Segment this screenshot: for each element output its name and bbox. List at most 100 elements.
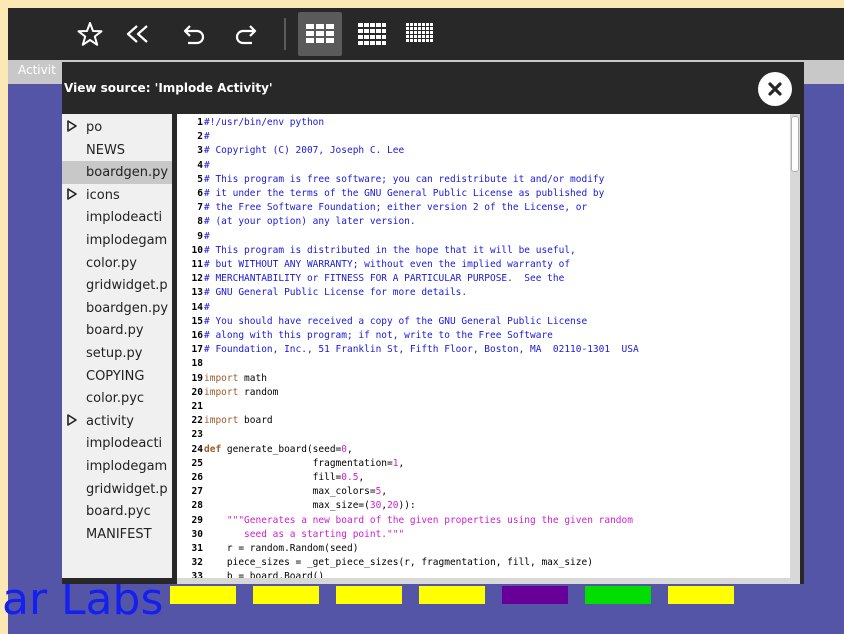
- file-tree-item[interactable]: board.py: [62, 319, 172, 342]
- file-tree-item[interactable]: implodeacti: [62, 206, 172, 229]
- code-token: b = board.Board(): [204, 571, 325, 578]
- board-tile[interactable]: [419, 586, 485, 604]
- line-number: 32: [191, 557, 203, 569]
- code-token: fill=: [204, 472, 342, 483]
- expand-arrow-icon[interactable]: [67, 413, 77, 430]
- star-icon[interactable]: [70, 14, 110, 54]
- file-tree-item[interactable]: implodegam: [62, 229, 172, 252]
- file-tree-item[interactable]: boardgen.py: [62, 297, 172, 320]
- file-tree-folder[interactable]: po: [62, 116, 172, 139]
- file-tree-item[interactable]: implodeacti: [62, 432, 172, 455]
- file-tree-item[interactable]: gridwidget.p: [62, 478, 172, 501]
- file-tree-item[interactable]: color.pyc: [62, 387, 172, 410]
- undo-icon[interactable]: [174, 14, 214, 54]
- expand-arrow-icon[interactable]: [67, 187, 77, 204]
- grid-large-icon[interactable]: [400, 14, 440, 54]
- board-tile[interactable]: [170, 586, 236, 604]
- code-token: """Generates a new board of the given pr…: [204, 514, 633, 526]
- code-token: ,: [358, 472, 365, 483]
- code-token: piece_sizes = _get_piece_sizes(r, fragme…: [204, 557, 593, 569]
- line-number: 24: [191, 443, 203, 455]
- file-name: setup.py: [86, 346, 143, 361]
- code-text: #: [204, 230, 210, 244]
- activity-tab-label: Activit: [18, 63, 56, 77]
- code-line: 22 import board: [177, 414, 790, 428]
- file-tree-item[interactable]: MANIFEST: [62, 523, 172, 546]
- file-tree-item[interactable]: NEWS: [62, 139, 172, 162]
- scrollbar-thumb[interactable]: [791, 116, 799, 172]
- line-number: 30: [191, 528, 203, 540]
- code-line: 8 # (at your option) any later version.: [177, 215, 790, 229]
- code-text: # You should have received a copy of the…: [204, 315, 587, 329]
- code-token: 0.5: [341, 472, 359, 483]
- code-text: # along with this program; if not, write…: [204, 329, 553, 343]
- line-number: 33: [191, 571, 203, 578]
- code-text: # it under the terms of the GNU General …: [204, 187, 604, 201]
- code-token: ,: [381, 486, 388, 498]
- code-token: board: [238, 415, 273, 427]
- code-line: 30 seed as a starting point.""": [177, 528, 790, 542]
- close-icon[interactable]: [758, 72, 792, 106]
- code-text: # Copyright (C) 2007, Joseph C. Lee: [204, 144, 404, 158]
- code-token: def: [204, 443, 222, 455]
- file-tree-item[interactable]: boardgen.py: [62, 161, 172, 185]
- code-token: import: [204, 386, 239, 398]
- file-tree-item[interactable]: setup.py: [62, 342, 172, 365]
- code-token: fragmentation=: [204, 457, 393, 469]
- code-text: r = random.Random(seed): [204, 542, 359, 556]
- code-text: fill=0.5,: [204, 471, 365, 485]
- code-token: #: [204, 131, 210, 143]
- file-name: boardgen.py: [86, 300, 169, 316]
- file-tree-folder[interactable]: icons: [62, 184, 172, 207]
- vertical-scrollbar[interactable]: [790, 114, 800, 578]
- code-text: """Generates a new board of the given pr…: [204, 514, 633, 528]
- code-text: # but WITHOUT ANY WARRANTY; without even…: [204, 258, 570, 272]
- grid-medium-icon[interactable]: [352, 14, 392, 54]
- file-name: MANIFEST: [86, 526, 152, 542]
- file-name: board.py: [86, 323, 144, 339]
- grid-small-icon[interactable]: [298, 12, 342, 56]
- code-line: 10 # This program is distributed in the h…: [177, 244, 790, 258]
- code-line: 32 piece_sizes = _get_piece_sizes(r, fra…: [177, 556, 790, 570]
- file-name: COPYING: [86, 368, 145, 384]
- board-tile[interactable]: [253, 586, 319, 604]
- file-tree-item[interactable]: implodegam: [62, 455, 172, 478]
- file-tree-folder[interactable]: activity: [62, 410, 172, 433]
- line-number: 17: [191, 344, 203, 356]
- code-line: 15 # You should have received a copy of t…: [177, 315, 790, 329]
- line-number: 2: [197, 131, 203, 143]
- rewind-icon[interactable]: [118, 14, 158, 54]
- line-number: 26: [191, 472, 203, 483]
- file-tree-item[interactable]: board.pyc: [62, 500, 172, 523]
- expand-arrow-icon[interactable]: [67, 120, 77, 136]
- line-number: 9: [197, 230, 203, 242]
- code-line: 4 #: [177, 159, 790, 173]
- code-line: 28 max_size=(30,20)):: [177, 499, 790, 513]
- code-token: #!/usr/bin/env python: [204, 117, 325, 128]
- line-number: 29: [191, 514, 203, 526]
- code-token: math: [238, 372, 267, 384]
- board-tile[interactable]: [668, 586, 734, 604]
- board-tile[interactable]: [585, 586, 651, 604]
- redo-icon[interactable]: [226, 14, 266, 54]
- code-token: ,: [347, 443, 353, 455]
- code-line: 13 # GNU General Public License for more …: [177, 286, 790, 300]
- code-token: # but WITHOUT ANY WARRANTY; without even…: [204, 259, 571, 270]
- code-text: import random: [204, 386, 278, 400]
- dialog-title: View source: 'Implode Activity': [64, 81, 273, 95]
- line-number: 7: [197, 202, 203, 214]
- file-tree-item[interactable]: color.py: [62, 252, 172, 275]
- code-text: def generate_board(seed=0,: [204, 443, 353, 457]
- board-tile[interactable]: [336, 586, 402, 604]
- board-tile[interactable]: [502, 586, 568, 604]
- file-tree-item[interactable]: COPYING: [62, 365, 172, 388]
- line-number: 28: [191, 500, 203, 512]
- horizontal-scrollbar[interactable]: [177, 578, 800, 584]
- code-text: max_size=(30,20)):: [204, 499, 416, 513]
- source-code-view[interactable]: 1 #!/usr/bin/env python 2 #3 # Copyright (C)…: [177, 114, 790, 578]
- code-line: 31 r = random.Random(seed): [177, 542, 790, 556]
- file-tree-item[interactable]: gridwidget.p: [62, 274, 172, 297]
- code-token: r = random.Random(seed): [204, 543, 359, 554]
- code-token: # You should have received a copy of the…: [204, 315, 588, 327]
- code-text: piece_sizes = _get_piece_sizes(r, fragme…: [204, 556, 593, 570]
